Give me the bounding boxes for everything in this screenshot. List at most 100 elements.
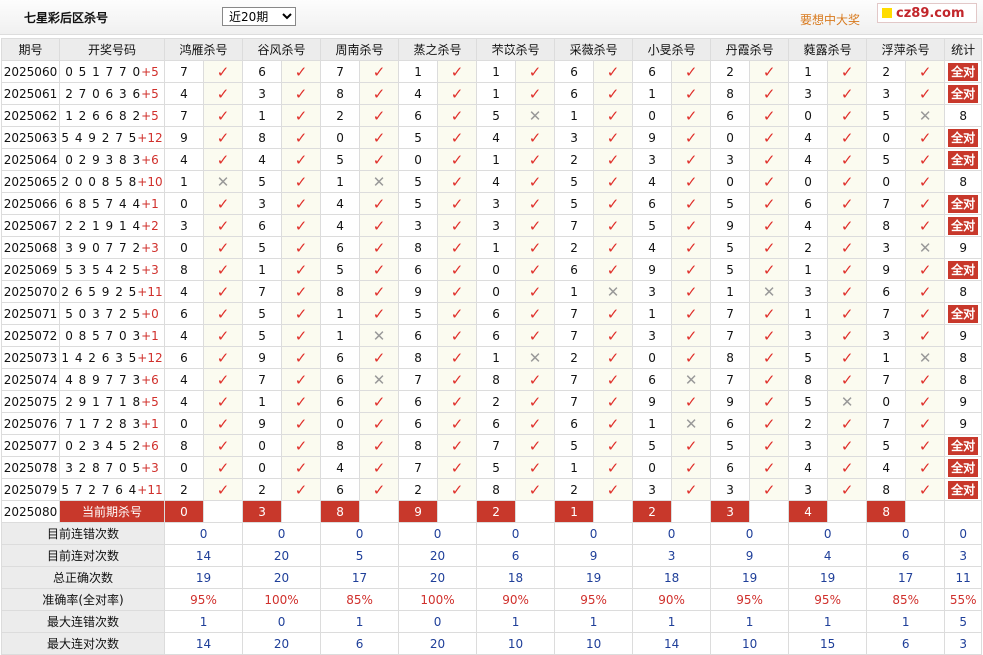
- result-cell: ✓: [515, 280, 556, 303]
- kill-value: 8: [398, 236, 439, 259]
- kill-value: 3: [866, 82, 907, 105]
- result-cell: ✓: [905, 192, 946, 215]
- kill-value: 1: [554, 456, 595, 479]
- kill-value: 6: [710, 456, 751, 479]
- check-icon: ✓: [840, 370, 854, 389]
- kill-value: 8: [320, 434, 361, 457]
- check-icon: ✓: [372, 282, 386, 301]
- kill-value: 5: [866, 104, 907, 127]
- kill-value: 6: [320, 478, 361, 501]
- expert-header[interactable]: 丹霞杀号: [710, 38, 790, 61]
- current-empty-cell: [593, 500, 634, 523]
- kill-value: 2: [164, 478, 204, 501]
- check-icon: ✓: [216, 84, 230, 103]
- result-cell: ✓: [827, 214, 868, 237]
- stat-value: 0: [632, 522, 712, 545]
- kill-value: 6: [554, 82, 595, 105]
- kill-value: 4: [788, 148, 829, 171]
- draw-plus: +11: [137, 482, 163, 497]
- result-cell: ✓: [281, 126, 322, 149]
- expert-header[interactable]: 蕤露杀号: [788, 38, 868, 61]
- cross-icon: ✕: [606, 282, 620, 301]
- expert-header[interactable]: 周南杀号: [320, 38, 400, 61]
- kill-value: 8: [242, 126, 283, 149]
- kill-value: 6: [320, 368, 361, 391]
- draw-digits: 2 6 5 9 2 5: [61, 284, 138, 299]
- draw-plus: +6: [141, 372, 159, 387]
- promo-slogan[interactable]: 要想中大奖: [800, 11, 860, 28]
- current-empty-cell: [202, 500, 244, 523]
- kill-value: 6: [398, 390, 439, 413]
- draw-plus: +1: [141, 328, 159, 343]
- draw-plus: +5: [141, 108, 159, 123]
- draw-digits: 3 9 0 7 7 2: [65, 240, 142, 255]
- result-cell: ✓: [437, 148, 478, 171]
- result-cell: ✓: [905, 258, 946, 281]
- kill-value: 3: [632, 324, 673, 347]
- draw-digits: 5 4 9 2 7 5: [61, 130, 138, 145]
- result-cell: ✓: [437, 192, 478, 215]
- stat-value: 9: [554, 544, 634, 567]
- kill-value: 0: [164, 456, 204, 479]
- cross-icon: ✕: [372, 172, 386, 191]
- check-icon: ✓: [528, 194, 542, 213]
- check-icon: ✓: [684, 260, 698, 279]
- check-icon: ✓: [372, 458, 386, 477]
- all-correct-badge: 全对: [948, 480, 979, 499]
- stat-value: 0: [554, 522, 634, 545]
- check-icon: ✓: [294, 238, 308, 257]
- kill-value: 4: [476, 170, 517, 193]
- stat-value: 0: [163, 522, 244, 545]
- expert-header[interactable]: 采薇杀号: [554, 38, 634, 61]
- expert-header[interactable]: 蒸之杀号: [398, 38, 478, 61]
- check-icon: ✓: [528, 326, 542, 345]
- expert-header[interactable]: 鸿雁杀号: [163, 38, 244, 61]
- check-icon: ✓: [684, 304, 698, 323]
- result-cell: ✓: [202, 346, 244, 369]
- kill-value: 3: [788, 478, 829, 501]
- check-icon: ✓: [450, 106, 464, 125]
- stat-value: 0: [320, 522, 400, 545]
- row-summary: 8: [944, 346, 983, 369]
- draw-plus: +5: [141, 64, 159, 79]
- check-icon: ✓: [762, 150, 776, 169]
- check-icon: ✓: [684, 282, 698, 301]
- result-cell: ✓: [671, 456, 712, 479]
- kill-value: 7: [554, 324, 595, 347]
- expert-header[interactable]: 谷风杀号: [242, 38, 322, 61]
- site-logo[interactable]: cz89.com: [877, 3, 977, 23]
- expert-header[interactable]: 浮萍杀号: [866, 38, 946, 61]
- kill-value: 8: [398, 346, 439, 369]
- check-icon: ✓: [372, 392, 386, 411]
- kill-value: 1: [632, 302, 673, 325]
- stat-row: 目前连错次数 0 0 0 0 0 0 0 0 0 0 0: [1, 522, 983, 545]
- kill-value: 6: [242, 60, 283, 83]
- result-cell: ✓: [827, 346, 868, 369]
- cross-icon: ✕: [918, 348, 932, 367]
- check-icon: ✓: [216, 150, 230, 169]
- result-cell: ✕: [905, 236, 946, 259]
- check-icon: ✓: [450, 458, 464, 477]
- kill-value: 9: [398, 280, 439, 303]
- expert-header[interactable]: 小旻杀号: [632, 38, 712, 61]
- result-cell: ✓: [359, 126, 400, 149]
- kill-value: 7: [710, 302, 751, 325]
- check-icon: ✓: [216, 436, 230, 455]
- result-cell: ✓: [593, 104, 634, 127]
- check-icon: ✓: [762, 370, 776, 389]
- check-icon: ✓: [840, 414, 854, 433]
- result-cell: ✓: [593, 412, 634, 435]
- expert-header[interactable]: 芣苡杀号: [476, 38, 556, 61]
- stat-value: 1: [476, 610, 556, 633]
- result-cell: ✓: [827, 456, 868, 479]
- check-icon: ✓: [528, 282, 542, 301]
- result-cell: ✓: [905, 368, 946, 391]
- check-icon: ✓: [918, 414, 932, 433]
- check-icon: ✓: [762, 436, 776, 455]
- check-icon: ✓: [450, 150, 464, 169]
- kill-value: 1: [788, 60, 829, 83]
- kill-value: 6: [398, 324, 439, 347]
- draw-numbers: 0 8 5 7 0 3+1: [59, 324, 165, 347]
- page-title: 七星彩后区杀号: [24, 11, 109, 25]
- period-select[interactable]: 近20期: [222, 7, 296, 26]
